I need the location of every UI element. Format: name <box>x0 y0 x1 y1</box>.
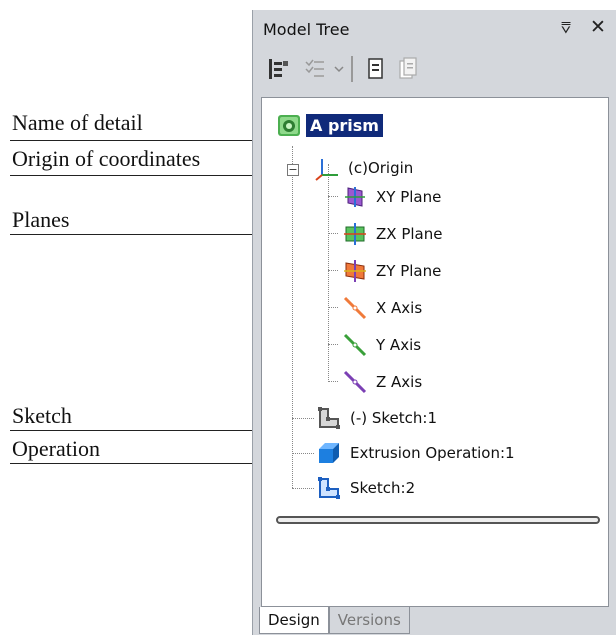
tree-end-marker[interactable] <box>276 516 600 524</box>
tree-connector <box>328 307 338 308</box>
chevron-down-icon[interactable] <box>333 56 345 82</box>
toolbar-separator <box>351 56 353 82</box>
model-tree-view[interactable]: A prism − (c)Origin XY Plane ZX Plane ZY… <box>261 97 609 607</box>
tree-item-root[interactable]: A prism <box>276 110 383 140</box>
tree-item-sketch-2[interactable]: Sketch:2 <box>316 473 415 503</box>
root-label: A prism <box>306 113 383 137</box>
extrusion-cube-icon <box>316 440 342 466</box>
tree-structure-icon[interactable] <box>265 56 291 82</box>
panel-title: Model Tree <box>263 20 350 39</box>
checklist-dropdown-icon[interactable] <box>303 56 329 82</box>
tree-connector <box>292 418 314 419</box>
callout-operation: Operation <box>12 436 100 461</box>
tab-design[interactable]: Design <box>259 607 329 634</box>
tree-item-origin[interactable]: (c)Origin <box>314 153 413 183</box>
tree-item-sketch-1[interactable]: (-) Sketch:1 <box>316 403 437 433</box>
tab-versions[interactable]: Versions <box>328 607 410 634</box>
document-icon[interactable] <box>363 56 389 82</box>
sketch-1-label: (-) Sketch:1 <box>350 409 438 427</box>
tree-item-z-axis[interactable]: Z Axis <box>342 367 422 397</box>
tree-connector <box>292 146 293 488</box>
collapse-toggle[interactable]: − <box>287 164 299 176</box>
tree-connector <box>328 344 338 345</box>
origin-axes-icon <box>314 155 340 181</box>
model-tree-panel: Model Tree ⩢ ✕ A prism − (c)Origin XY Pl… <box>252 10 616 635</box>
sketch-2-label: Sketch:2 <box>350 479 416 497</box>
tree-item-y-axis[interactable]: Y Axis <box>342 330 421 360</box>
tab-bar: Design Versions <box>259 607 609 635</box>
pin-icon[interactable]: ⩢ <box>561 18 571 38</box>
y-axis-label: Y Axis <box>376 336 422 354</box>
tree-item-xy-plane[interactable]: XY Plane <box>342 182 441 212</box>
callout-name-of-detail: Name of detail <box>12 110 143 135</box>
tree-connector <box>292 488 314 489</box>
tree-item-zx-plane[interactable]: ZX Plane <box>342 219 442 249</box>
sketch-icon <box>316 405 342 431</box>
xy-plane-label: XY Plane <box>376 188 442 206</box>
callout-planes: Planes <box>12 207 70 232</box>
z-axis-icon <box>342 369 368 395</box>
zy-plane-icon <box>342 258 368 284</box>
document-copy-icon[interactable] <box>395 56 421 82</box>
y-axis-icon <box>342 332 368 358</box>
tree-connector <box>292 453 314 454</box>
callout-origin: Origin of coordinates <box>12 146 201 171</box>
toolbar <box>263 54 607 86</box>
zx-plane-icon <box>342 221 368 247</box>
tree-connector <box>328 233 338 234</box>
zx-plane-label: ZX Plane <box>376 225 443 243</box>
origin-label: (c)Origin <box>348 159 414 177</box>
tree-connector <box>328 196 338 197</box>
close-icon[interactable]: ✕ <box>590 16 606 38</box>
prism-part-icon <box>276 112 302 138</box>
tree-connector <box>328 381 338 382</box>
tree-connector <box>328 270 338 271</box>
x-axis-label: X Axis <box>376 299 423 317</box>
tree-item-zy-plane[interactable]: ZY Plane <box>342 256 441 286</box>
x-axis-icon <box>342 295 368 321</box>
zy-plane-label: ZY Plane <box>376 262 442 280</box>
extrusion-label: Extrusion Operation:1 <box>350 444 515 462</box>
z-axis-label: Z Axis <box>376 373 423 391</box>
tree-item-x-axis[interactable]: X Axis <box>342 293 422 323</box>
xy-plane-icon <box>342 184 368 210</box>
panel-header: Model Tree ⩢ ✕ <box>253 10 616 50</box>
callout-sketch: Sketch <box>12 403 72 428</box>
tree-item-extrusion[interactable]: Extrusion Operation:1 <box>316 438 515 468</box>
sketch-blue-icon <box>316 475 342 501</box>
